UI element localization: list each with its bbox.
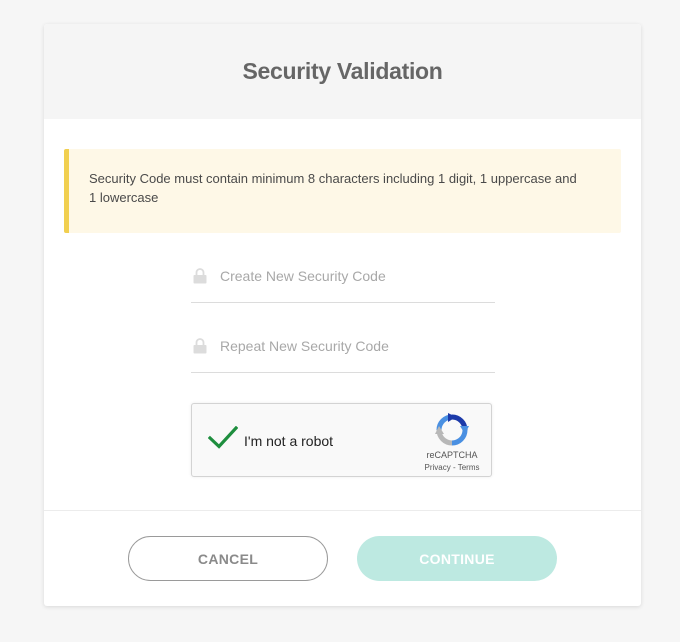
checkmark-icon[interactable]: [208, 426, 238, 450]
repeat-security-code-input[interactable]: [220, 332, 490, 360]
dialog-header: Security Validation: [44, 24, 641, 119]
terms-link[interactable]: Terms: [458, 463, 480, 472]
footer-divider: [44, 510, 641, 511]
recaptcha-brand: reCAPTCHA: [426, 450, 478, 460]
recaptcha-logo-icon: [435, 413, 469, 446]
lock-icon: [193, 268, 207, 284]
notice-text: Security Code must contain minimum 8 cha…: [89, 171, 577, 205]
privacy-link[interactable]: Privacy: [425, 463, 451, 472]
security-validation-dialog: Security Validation Security Code must c…: [44, 24, 641, 606]
recaptcha-widget: I'm not a robot reCAPTCHA Privacy - Term…: [191, 403, 492, 477]
continue-button[interactable]: CONTINUE: [357, 536, 557, 581]
lock-icon: [193, 338, 207, 354]
recaptcha-links: Privacy - Terms: [412, 463, 492, 472]
dialog-title: Security Validation: [242, 58, 443, 84]
repeat-security-code-field[interactable]: [191, 322, 495, 373]
security-code-notice: Security Code must contain minimum 8 cha…: [64, 149, 621, 233]
cancel-button[interactable]: CANCEL: [128, 536, 328, 581]
new-security-code-input[interactable]: [220, 262, 490, 290]
new-security-code-field[interactable]: [191, 252, 495, 303]
recaptcha-label: I'm not a robot: [244, 433, 334, 449]
link-separator: -: [450, 463, 458, 472]
